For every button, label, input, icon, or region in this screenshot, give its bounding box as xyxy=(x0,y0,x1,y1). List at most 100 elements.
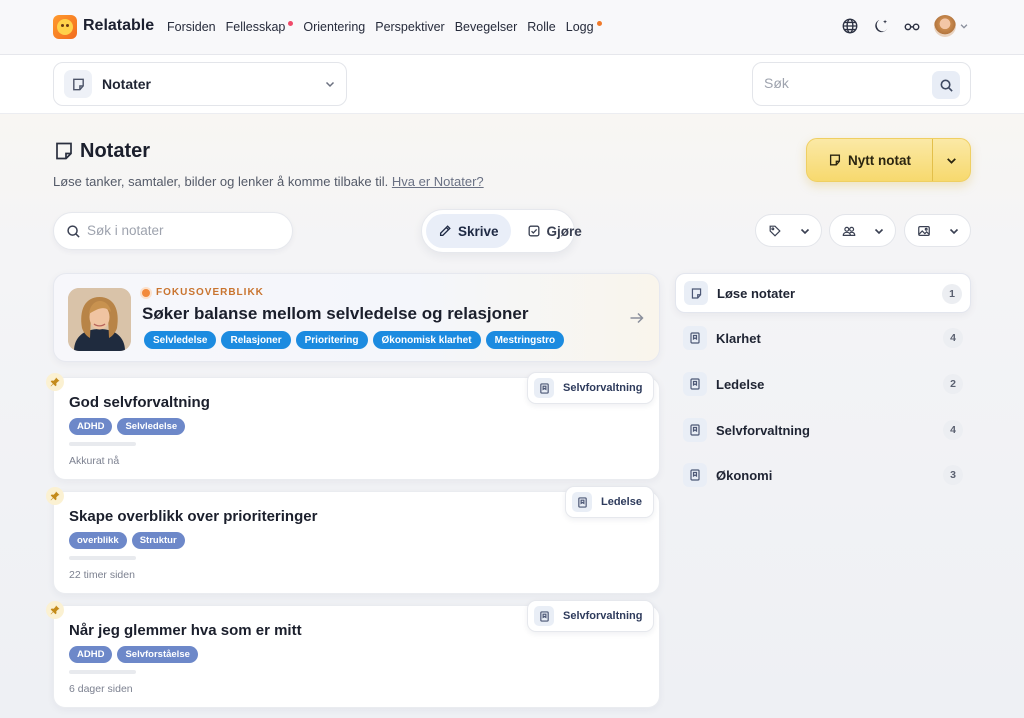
nav-link-orientering[interactable]: Orientering xyxy=(303,20,365,34)
note-icon xyxy=(64,70,92,98)
bookmark-icon xyxy=(683,463,707,487)
note-card[interactable]: God selvforvaltning ADHD Selvledelse Akk… xyxy=(46,372,660,480)
note-folder-badge[interactable]: Selvforvaltning xyxy=(527,600,655,632)
focus-eyebrow-label: FOKUSOVERBLIKK xyxy=(156,287,264,298)
notification-dot xyxy=(596,21,602,26)
nav-link-bevegelser[interactable]: Bevegelser xyxy=(455,20,518,34)
folder-count-badge: 1 xyxy=(942,284,962,304)
folder-item-ledelse[interactable]: Ledelse 2 xyxy=(675,364,971,404)
focus-title: Søker balanse mellom selvledelse og rela… xyxy=(142,304,529,323)
focus-tag[interactable]: Selvledelse xyxy=(144,331,217,349)
note-tag[interactable]: ADHD xyxy=(69,418,113,435)
relatable-logo-icon[interactable] xyxy=(53,15,77,39)
page-description: Løse tanker, samtaler, bilder og lenker … xyxy=(53,174,484,189)
note-card[interactable]: Skape overblikk over prioriteringer over… xyxy=(46,486,660,594)
search-button[interactable] xyxy=(932,71,960,99)
note-card[interactable]: Når jeg glemmer hva som er mitt ADHD Sel… xyxy=(46,600,660,708)
focus-tag[interactable]: Prioritering xyxy=(295,331,368,349)
note-icon xyxy=(829,154,841,166)
note-tag[interactable]: Selvforståelse xyxy=(117,646,198,663)
page-selector-dropdown[interactable]: Notater xyxy=(53,62,347,106)
pin-icon[interactable] xyxy=(46,601,64,619)
note-timestamp: Akkurat nå xyxy=(69,455,120,467)
folder-item-lose-notater[interactable]: Løse notater 1 xyxy=(675,273,971,313)
mode-do-label: Gjøre xyxy=(546,223,582,239)
note-tag[interactable]: Struktur xyxy=(131,532,185,549)
global-search xyxy=(752,62,971,106)
note-icon xyxy=(53,140,75,162)
bookmark-icon xyxy=(572,492,592,512)
note-title: God selvforvaltning xyxy=(69,394,210,411)
note-folder-badge[interactable]: Selvforvaltning xyxy=(527,372,655,404)
nav-link-fellesskap[interactable]: Fellesskap xyxy=(226,20,294,34)
folder-item-okonomi[interactable]: Økonomi 3 xyxy=(675,455,971,495)
pencil-icon xyxy=(439,225,451,237)
search-icon xyxy=(66,224,81,239)
folder-count-badge: 3 xyxy=(943,465,963,485)
people-filter-dropdown[interactable] xyxy=(829,214,896,247)
note-preview-placeholder xyxy=(69,556,136,560)
note-timestamp: 22 timer siden xyxy=(69,569,135,581)
bookmark-icon xyxy=(534,606,554,626)
new-note-button[interactable]: Nytt notat xyxy=(807,139,932,181)
nav-link-label: Bevegelser xyxy=(454,20,518,34)
media-filter-dropdown[interactable] xyxy=(904,214,971,247)
folder-count-badge: 4 xyxy=(943,420,963,440)
nav-link-perspektiver[interactable]: Perspektiver xyxy=(375,20,444,34)
pin-icon[interactable] xyxy=(46,487,64,505)
new-note-options-button[interactable] xyxy=(933,139,970,181)
chevron-down-icon xyxy=(874,228,884,234)
nav-link-label: Orientering xyxy=(303,20,366,34)
folder-item-klarhet[interactable]: Klarhet 4 xyxy=(675,318,971,358)
focus-tag[interactable]: Relasjoner xyxy=(221,331,291,349)
nav-link-rolle[interactable]: Rolle xyxy=(527,20,556,34)
focus-overview-card[interactable]: FOKUSOVERBLIKK Søker balanse mellom selv… xyxy=(53,273,660,362)
chevron-down-icon xyxy=(800,228,810,234)
nav-link-logg[interactable]: Logg xyxy=(566,20,602,34)
checkbox-icon xyxy=(528,225,540,237)
note-folder-label: Selvforvaltning xyxy=(563,382,643,394)
help-link[interactable]: Hva er Notater? xyxy=(392,174,484,189)
note-tag-list: ADHD Selvforståelse xyxy=(69,646,198,663)
folder-label: Ledelse xyxy=(716,376,765,392)
globe-icon[interactable] xyxy=(841,17,859,35)
bookmark-icon xyxy=(534,378,554,398)
nav-link-label: Perspektiver xyxy=(375,20,445,34)
brand-name[interactable]: Relatable xyxy=(83,17,154,35)
arrow-right-icon[interactable] xyxy=(629,311,645,325)
nav-link-label: Forsiden xyxy=(167,20,216,34)
pin-icon[interactable] xyxy=(46,373,64,391)
page-selector-label: Notater xyxy=(102,76,152,92)
chevron-down-icon[interactable] xyxy=(959,21,969,31)
note-tag[interactable]: overblikk xyxy=(69,532,127,549)
notes-search xyxy=(53,212,293,250)
people-icon xyxy=(842,226,856,236)
global-search-input[interactable] xyxy=(764,75,924,91)
mode-do-tab[interactable]: Gjøre xyxy=(515,214,594,248)
moon-sparkle-icon[interactable] xyxy=(872,17,890,35)
folder-item-selvforvaltning[interactable]: Selvforvaltning 4 xyxy=(675,410,971,450)
note-preview-placeholder xyxy=(69,670,136,674)
new-note-split-button: Nytt notat xyxy=(806,138,971,182)
folder-label: Selvforvaltning xyxy=(716,422,810,438)
nav-link-forsiden[interactable]: Forsiden xyxy=(167,20,216,34)
note-folder-badge[interactable]: Ledelse xyxy=(565,486,654,518)
mode-write-tab[interactable]: Skrive xyxy=(426,214,511,248)
user-avatar[interactable] xyxy=(934,15,956,37)
chevron-down-icon xyxy=(949,228,959,234)
tag-filter-dropdown[interactable] xyxy=(755,214,822,247)
focus-tag[interactable]: Økonomisk klarhet xyxy=(372,331,481,349)
glasses-icon[interactable] xyxy=(903,17,921,35)
nav-link-label: Fellesskap xyxy=(225,20,286,34)
note-tag-list: ADHD Selvledelse xyxy=(69,418,186,435)
notes-search-input[interactable] xyxy=(87,223,277,238)
note-tag[interactable]: Selvledelse xyxy=(117,418,186,435)
note-timestamp: 6 dager siden xyxy=(69,683,133,695)
image-icon xyxy=(918,225,930,236)
note-title: Skape overblikk over prioriteringer xyxy=(69,508,318,525)
tag-icon xyxy=(769,225,781,237)
folder-label: Økonomi xyxy=(716,467,773,483)
focus-tag[interactable]: Mestringstro xyxy=(485,331,565,349)
note-tag[interactable]: ADHD xyxy=(69,646,113,663)
main-nav-links: Forsiden Fellesskap Orientering Perspekt… xyxy=(167,20,612,34)
